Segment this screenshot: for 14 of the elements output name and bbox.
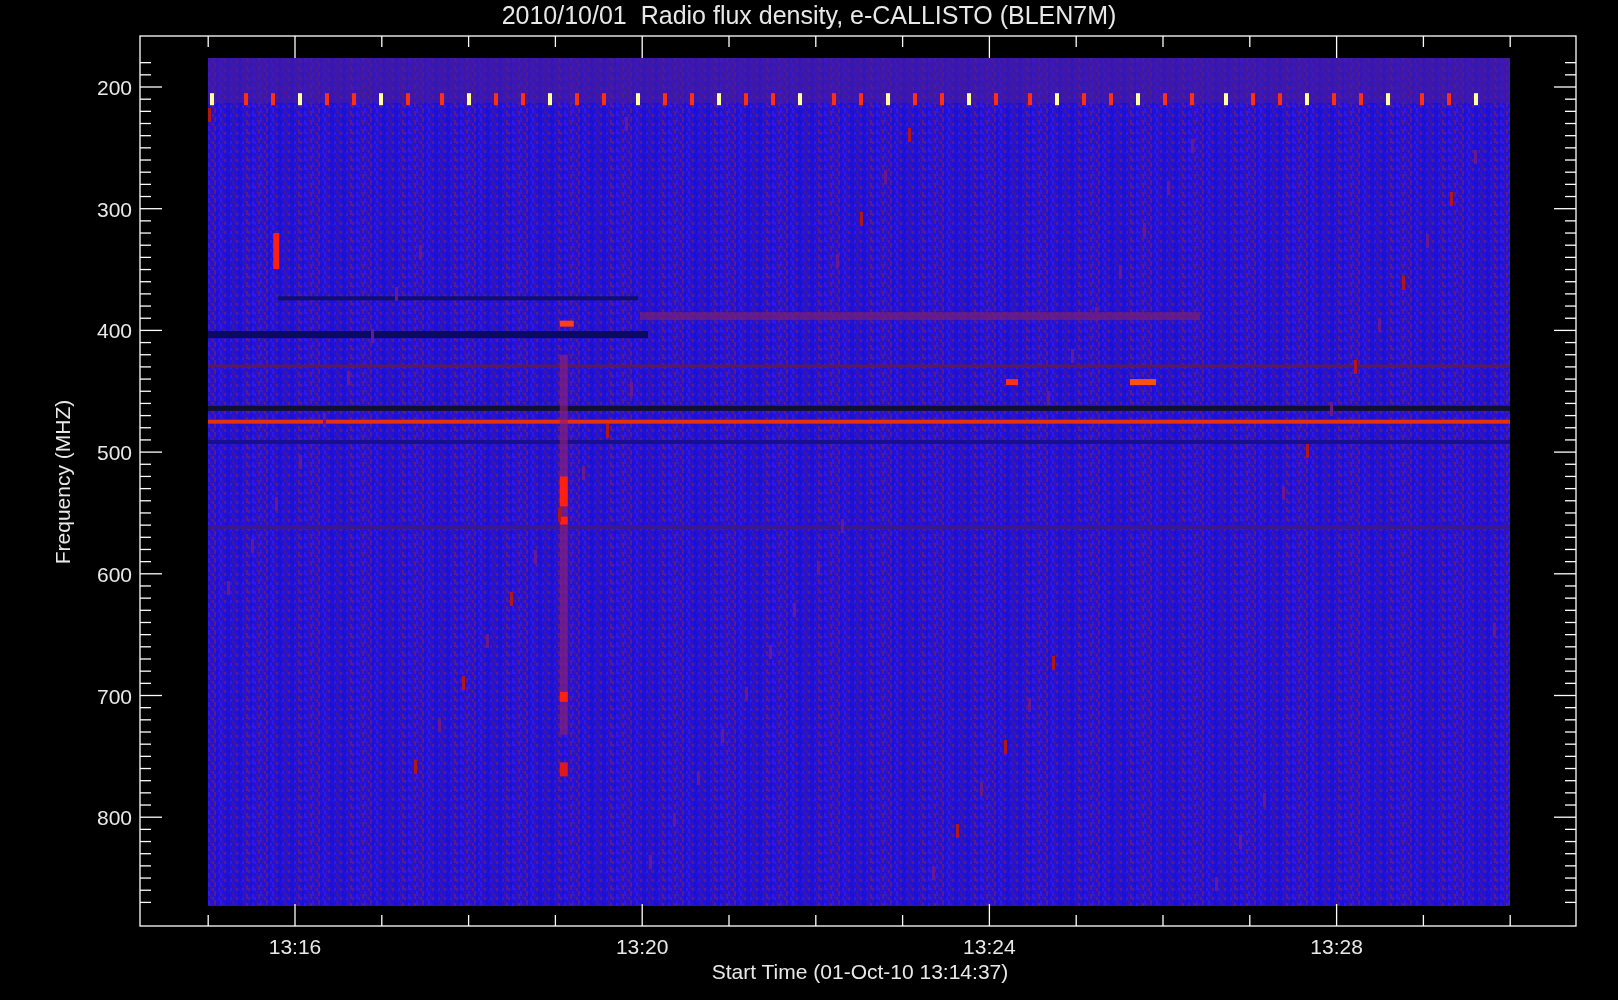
tick-label: 600: [96, 562, 132, 586]
axis-title: Start Time (01-Oct-10 13:14:37): [711, 960, 1009, 983]
axis-title: Frequency (MHZ): [51, 399, 74, 565]
tick-label: 13:28: [1310, 935, 1363, 958]
chart-title: 2010/10/01 Radio flux density, e-CALLISTO (BLEN7M): [501, 1, 1117, 29]
tick-label: 13:16: [268, 935, 322, 958]
tick-label: 13:24: [963, 935, 1016, 958]
tick-label: 300: [96, 197, 132, 221]
tick-label: 400: [96, 319, 132, 343]
tick-label: 200: [96, 76, 132, 99]
tick-label: 800: [96, 806, 132, 830]
tick-label: 13:20: [615, 935, 669, 958]
tick-label: 700: [96, 684, 132, 708]
tick-label: 500: [96, 441, 132, 465]
